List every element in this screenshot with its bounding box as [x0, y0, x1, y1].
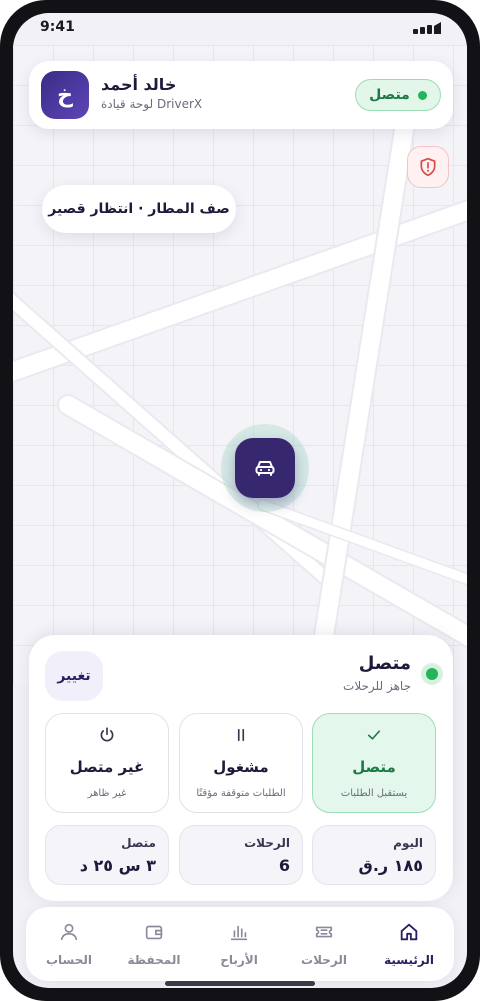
stat-value: ٣ س ٢٥ د — [79, 856, 156, 875]
nav-label: الرحلات — [301, 953, 347, 967]
queue-label: صف المطار · انتظار قصير — [48, 201, 230, 217]
online-pill-label: متصل — [369, 87, 410, 103]
nav-account[interactable]: الحساب — [26, 915, 112, 973]
stat-value: ١٨٥ ر.ق — [358, 856, 423, 875]
nav-label: الرئيسية — [384, 953, 434, 967]
stat-trips: الرحلات 6 — [179, 825, 303, 885]
status-bar: 9:41 — [13, 13, 467, 45]
bar-chart-icon — [196, 921, 282, 943]
profile-card[interactable]: خ خالد أحمد لوحة قيادة DriverX متصل — [29, 61, 453, 129]
shield-alert-icon — [420, 157, 436, 177]
pause-icon — [180, 726, 302, 744]
map-roads — [13, 94, 467, 685]
option-online[interactable]: متصل يستقبل الطلبات — [312, 713, 436, 813]
change-status-button[interactable]: تغيير — [45, 651, 103, 701]
stat-label: الرحلات — [244, 836, 290, 850]
user-icon — [26, 921, 112, 943]
status-time: 9:41 — [40, 19, 75, 35]
option-sub: الطلبات متوقفة مؤقتًا — [196, 788, 286, 799]
avatar[interactable]: خ — [41, 71, 89, 119]
check-icon — [313, 726, 435, 744]
option-label: مشغول — [213, 758, 269, 776]
signal-icon — [413, 22, 441, 34]
car-marker[interactable] — [235, 438, 295, 498]
option-label: غير متصل — [69, 758, 145, 776]
wallet-icon — [111, 921, 197, 943]
safety-shield-button[interactable] — [407, 146, 449, 188]
car-icon — [255, 461, 275, 476]
map-view[interactable] — [13, 45, 467, 685]
home-indicator[interactable] — [165, 981, 315, 986]
stat-today: اليوم ١٨٥ ر.ق — [312, 825, 436, 885]
home-icon — [366, 921, 452, 943]
nav-wallet[interactable]: المحفظة — [111, 915, 197, 973]
dashboard-subtitle: لوحة قيادة DriverX — [101, 97, 203, 111]
stat-label: متصل — [121, 836, 156, 850]
option-busy[interactable]: مشغول الطلبات متوقفة مؤقتًا — [179, 713, 303, 813]
power-icon — [46, 726, 168, 744]
nav-label: الأرباح — [220, 953, 258, 967]
airport-queue-chip[interactable]: صف المطار · انتظار قصير — [42, 185, 236, 233]
stat-online-time: متصل ٣ س ٢٥ د — [45, 825, 169, 885]
status-title: متصل — [358, 653, 411, 674]
online-dot-icon — [417, 90, 427, 100]
option-offline[interactable]: غير متصل غير ظاهر — [45, 713, 169, 813]
nav-trips[interactable]: الرحلات — [281, 915, 367, 973]
nav-home[interactable]: الرئيسية — [366, 915, 452, 973]
option-sub: يستقبل الطلبات — [340, 788, 408, 799]
nav-earnings[interactable]: الأرباح — [196, 915, 282, 973]
status-panel: متصل جاهز للرحلات تغيير متصل يستقبل الطل… — [29, 635, 453, 901]
online-status-pill[interactable]: متصل — [355, 79, 441, 111]
bottom-nav: الرئيسية الرحلات الأرباح المحفظة الحساب — [26, 907, 454, 981]
stat-label: اليوم — [393, 836, 423, 850]
phone-frame: 9:41 خ خالد أحمد لوحة قيادة DriverX متصل… — [0, 0, 480, 1001]
driver-name: خالد أحمد — [101, 75, 177, 94]
nav-label: المحفظة — [127, 953, 181, 967]
option-label: متصل — [352, 758, 396, 776]
option-sub: غير ظاهر — [87, 788, 127, 799]
nav-label: الحساب — [45, 953, 93, 967]
screen: 9:41 خ خالد أحمد لوحة قيادة DriverX متصل… — [13, 13, 467, 988]
online-indicator-icon — [421, 663, 443, 685]
status-subtitle: جاهز للرحلات — [343, 679, 411, 693]
ticket-icon — [281, 921, 367, 943]
stat-value: 6 — [278, 856, 290, 875]
